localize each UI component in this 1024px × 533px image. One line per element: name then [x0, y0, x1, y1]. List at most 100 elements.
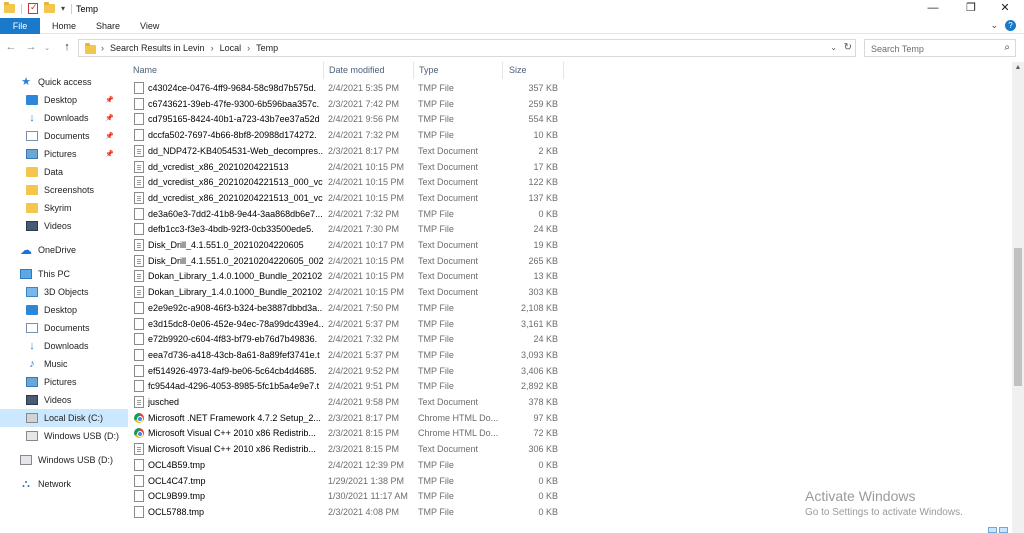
file-name: Dokan_Library_1.4.0.1000_Bundle_202102..…: [148, 271, 323, 282]
new-folder-icon[interactable]: [44, 2, 55, 13]
file-size: 0 KB: [538, 208, 558, 219]
nav-item-3d-objects[interactable]: 3D Objects: [0, 283, 128, 301]
file-row[interactable]: ef514926-4973-4af9-be06-5c64cb4d4685. 2/4…: [132, 364, 1012, 380]
expand-ribbon-icon[interactable]: ⌄: [990, 20, 998, 31]
nav-item-windows-usb-d[interactable]: Windows USB (D:): [0, 451, 128, 469]
column-header-type[interactable]: Type: [418, 62, 502, 79]
file-name: de3a60e3-7dd2-41b8-9e44-3aa868db6e7...: [148, 208, 323, 219]
nav-item-windows-usb-d[interactable]: Windows USB (D:): [0, 427, 128, 445]
nav-item-local-disk-c[interactable]: Local Disk (C:): [0, 409, 128, 427]
file-row[interactable]: c43024ce-0476-4ff9-9684-58c98d7b575d. 2/4…: [132, 81, 1012, 97]
file-row[interactable]: dd_vcredist_x86_20210204221513_000_vc...…: [132, 175, 1012, 191]
view-toggle: [988, 527, 1008, 533]
file-row[interactable]: e72b9920-c604-4f83-bf79-eb76d7b49836. 2/4…: [132, 332, 1012, 348]
file-row[interactable]: e3d15dc8-0e06-452e-94ec-78a99dc439e4... 2…: [132, 317, 1012, 333]
file-row[interactable]: Dokan_Library_1.4.0.1000_Bundle_202102..…: [132, 285, 1012, 301]
nav-item-skyrim[interactable]: Skyrim: [0, 199, 128, 217]
minimize-icon[interactable]: —: [918, 0, 948, 18]
nav-item-network[interactable]: ⛬ Network: [0, 475, 128, 493]
nav-item-downloads[interactable]: ↓ Downloads 📌: [0, 109, 128, 127]
column-divider[interactable]: [413, 62, 414, 79]
column-header-date[interactable]: Date modified: [328, 62, 414, 79]
nav-item-label: Screenshots: [44, 185, 95, 195]
details-view-icon[interactable]: [988, 527, 997, 533]
file-type: Text Document: [418, 255, 479, 266]
file-row[interactable]: Microsoft Visual C++ 2010 x86 Redistrib.…: [132, 426, 1012, 442]
back-arrow-icon[interactable]: ←: [4, 41, 18, 53]
file-row[interactable]: e2e9e92c-a908-46f3-b324-be3887dbbd3a... 2…: [132, 301, 1012, 317]
nav-item-desktop[interactable]: Desktop: [0, 301, 128, 319]
file-row[interactable]: Microsoft .NET Framework 4.7.2 Setup_2..…: [132, 411, 1012, 427]
address-bar[interactable]: › Search Results in Levin › Local › Temp…: [78, 39, 856, 57]
file-row[interactable]: dd_vcredist_x86_20210204221513_001_vc...…: [132, 191, 1012, 207]
nav-item-label: This PC: [38, 269, 71, 279]
file-row[interactable]: c6743621-39eb-47fe-9300-6b596baa357c. 2/3…: [132, 97, 1012, 113]
file-row[interactable]: Microsoft Visual C++ 2010 x86 Redistrib.…: [132, 442, 1012, 458]
file-row[interactable]: Dokan_Library_1.4.0.1000_Bundle_202102..…: [132, 269, 1012, 285]
breadcrumb-local[interactable]: Local: [220, 43, 242, 53]
file-row[interactable]: jusched 2/4/2021 9:58 PM Text Document 378 …: [132, 395, 1012, 411]
recent-locations-icon[interactable]: ⌄: [40, 44, 54, 52]
nav-item-quick-access[interactable]: ★ Quick access: [0, 73, 128, 91]
column-divider[interactable]: [563, 62, 564, 79]
tab-share[interactable]: Share: [86, 18, 130, 34]
file-row[interactable]: cd795165-8424-40b1-a723-43b7ee37a52d 2/4/…: [132, 112, 1012, 128]
close-icon[interactable]: ✕: [990, 0, 1020, 18]
search-input[interactable]: Search Temp: [871, 44, 924, 54]
nav-item-desktop[interactable]: Desktop 📌: [0, 91, 128, 109]
vertical-scrollbar[interactable]: ▲: [1012, 62, 1024, 533]
refresh-icon[interactable]: ↻: [844, 42, 852, 53]
file-row[interactable]: Disk_Drill_4.1.551.0_20210204220605 2/4/2…: [132, 238, 1012, 254]
nav-item-videos[interactable]: Videos: [0, 217, 128, 235]
file-size: 265 KB: [528, 255, 558, 266]
file-date: 2/4/2021 5:37 PM: [328, 349, 400, 360]
chevron-right-icon[interactable]: ›: [101, 43, 104, 53]
file-row[interactable]: dd_vcredist_x86_20210204221513 2/4/2021 1…: [132, 160, 1012, 176]
nav-item-label: Quick access: [38, 77, 92, 87]
chevron-right-icon[interactable]: ›: [211, 43, 214, 53]
nav-item-downloads[interactable]: ↓ Downloads: [0, 337, 128, 355]
customize-toolbar-icon[interactable]: ▾: [61, 4, 65, 13]
nav-item-pictures[interactable]: Pictures 📌: [0, 145, 128, 163]
search-box[interactable]: Search Temp ⌕: [864, 39, 1016, 57]
file-row[interactable]: fc9544ad-4296-4053-8985-5fc1b5a4e9e7.t 2/…: [132, 379, 1012, 395]
nav-item-pictures[interactable]: Pictures: [0, 373, 128, 391]
up-arrow-icon[interactable]: ↑: [60, 41, 74, 53]
scroll-up-icon[interactable]: ▲: [1012, 62, 1024, 74]
nav-item-videos[interactable]: Videos: [0, 391, 128, 409]
file-row[interactable]: OCL4C47.tmp 1/29/2021 1:38 PM TMP File 0 KB: [132, 474, 1012, 490]
file-row[interactable]: dccfa502-7697-4b66-8bf8-20988d174272. 2/4…: [132, 128, 1012, 144]
file-row[interactable]: Disk_Drill_4.1.551.0_20210204220605_002_…: [132, 254, 1012, 270]
file-row[interactable]: OCL4B59.tmp 2/4/2021 12:39 PM TMP File 0 KB: [132, 458, 1012, 474]
properties-icon[interactable]: [28, 2, 38, 14]
file-size: 0 KB: [538, 459, 558, 470]
breadcrumb-search-results[interactable]: Search Results in Levin: [110, 43, 205, 53]
nav-item-onedrive[interactable]: ☁ OneDrive: [0, 241, 128, 259]
nav-item-screenshots[interactable]: Screenshots: [0, 181, 128, 199]
maximize-icon[interactable]: ❐: [956, 0, 986, 18]
file-row[interactable]: dd_NDP472-KB4054531-Web_decompres... 2/3/…: [132, 144, 1012, 160]
column-divider[interactable]: [323, 62, 324, 79]
nav-item-this-pc[interactable]: This PC: [0, 265, 128, 283]
forward-arrow-icon[interactable]: →: [24, 41, 38, 53]
column-header-size[interactable]: Size: [508, 62, 562, 79]
large-icons-view-icon[interactable]: [999, 527, 1008, 533]
tab-file[interactable]: File: [0, 18, 40, 34]
breadcrumb-temp[interactable]: Temp: [256, 43, 278, 53]
chevron-down-icon[interactable]: ⌄: [830, 43, 837, 52]
nav-item-documents[interactable]: Documents 📌: [0, 127, 128, 145]
search-icon[interactable]: ⌕: [1004, 42, 1010, 53]
column-header-name[interactable]: Name: [132, 62, 322, 79]
nav-item-music[interactable]: ♪ Music: [0, 355, 128, 373]
file-row[interactable]: de3a60e3-7dd2-41b8-9e44-3aa868db6e7... 2/…: [132, 207, 1012, 223]
nav-item-documents[interactable]: Documents: [0, 319, 128, 337]
nav-item-data[interactable]: Data: [0, 163, 128, 181]
column-divider[interactable]: [502, 62, 503, 79]
file-row[interactable]: eea7d736-a418-43cb-8a61-8a89fef3741e.t 2/…: [132, 348, 1012, 364]
tab-home[interactable]: Home: [42, 18, 86, 34]
file-row[interactable]: defb1cc3-f3e3-4bdb-92f3-0cb33500ede5. 2/4…: [132, 222, 1012, 238]
scrollbar-thumb[interactable]: [1014, 248, 1022, 386]
tab-view[interactable]: View: [130, 18, 169, 34]
help-icon[interactable]: ?: [1005, 20, 1016, 31]
chevron-right-icon[interactable]: ›: [247, 43, 250, 53]
